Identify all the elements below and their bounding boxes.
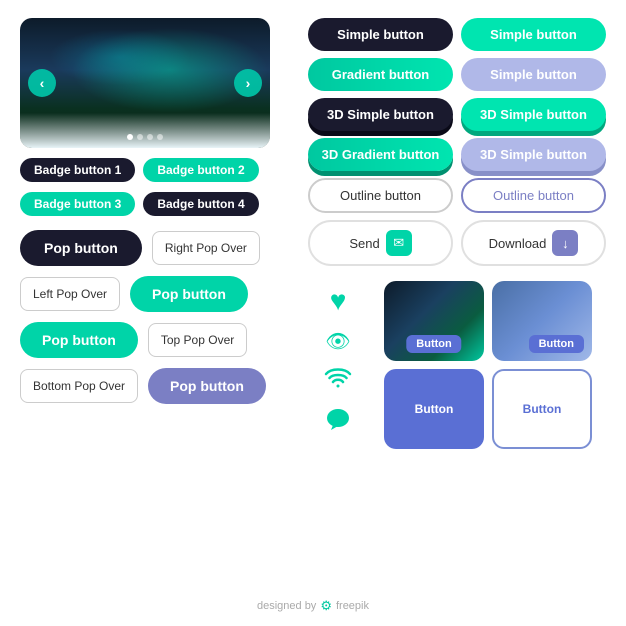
carousel-next-button[interactable]: › [234,69,262,97]
top-popover: Top Pop Over [148,323,247,358]
chevron-left-icon: ‹ [40,75,45,91]
3d-simple-button-dark[interactable]: 3D Simple button [308,98,453,131]
pop-row-2: Left Pop Over Pop button [20,276,292,312]
pop-section: Pop button Right Pop Over Left Pop Over … [20,230,292,404]
gradient-button[interactable]: Gradient button [308,58,453,91]
badge-button-1[interactable]: Badge button 1 [20,158,135,182]
chevron-right-icon: › [246,75,251,91]
send-icon: ✉ [386,230,412,256]
dot-3[interactable] [147,134,153,140]
right-col: Simple button Simple button Gradient but… [308,18,606,592]
bottom-section: ♥ 👁 [308,281,606,449]
footer-text: designed by [257,600,316,612]
pop-row-3: Pop button Top Pop Over [20,322,292,358]
wifi-icon [324,366,352,395]
left-col: ‹ › Badge button 1 Badge button 2 [20,18,292,592]
chat-icon [325,407,351,440]
btn-row-gradient: Gradient button Simple button [308,58,606,91]
badge-button-3[interactable]: Badge button 3 [20,192,135,216]
download-button[interactable]: Download ↓ [461,220,606,266]
icons-col: ♥ 👁 [308,281,368,449]
outline-button-2[interactable]: Outline button [461,178,606,213]
carousel-dots [127,134,163,140]
carousel: ‹ › [20,18,270,148]
btn-row-outline: Outline button Outline button [308,178,606,213]
download-icon: ↓ [552,230,578,256]
pop-row-1: Pop button Right Pop Over [20,230,292,266]
btn-row-3d-gradient: 3D Gradient button 3D Simple button [308,138,606,171]
pop-button-3[interactable]: Pop button [20,322,138,358]
btn-row-simple: Simple button Simple button [308,18,606,51]
badge-button-2[interactable]: Badge button 2 [143,158,258,182]
image-button-aurora-label: Button [406,335,461,353]
3d-gradient-button[interactable]: 3D Gradient button [308,138,453,171]
btn-row-3d-simple: 3D Simple button 3D Simple button [308,98,606,131]
carousel-prev-button[interactable]: ‹ [28,69,56,97]
3d-simple-button-teal[interactable]: 3D Simple button [461,98,606,131]
heart-icon: ♥ [330,285,347,317]
eye-icon: 👁 [325,329,350,354]
simple-button-teal[interactable]: Simple button [461,18,606,51]
outline-button-1[interactable]: Outline button [308,178,453,213]
image-button-blue-label: Button [529,335,584,353]
image-button-solid[interactable]: Button [384,369,484,449]
footer-brand: freepik [336,600,369,612]
simple-button-dark[interactable]: Simple button [308,18,453,51]
badge-row-1: Badge button 1 Badge button 2 [20,158,292,182]
badge-button-4[interactable]: Badge button 4 [143,192,258,216]
main-container: ‹ › Badge button 1 Badge button 2 [0,0,626,626]
pop-button-4[interactable]: Pop button [148,368,266,404]
dot-1[interactable] [127,134,133,140]
send-label: Send [349,236,379,251]
left-popover: Left Pop Over [20,277,120,312]
right-popover: Right Pop Over [152,231,260,266]
dot-4[interactable] [157,134,163,140]
simple-button-lavender[interactable]: Simple button [461,58,606,91]
top-section: ‹ › Badge button 1 Badge button 2 [20,18,606,592]
footer: designed by ⚙ freepik [20,592,606,616]
badge-row-2: Badge button 3 Badge button 4 [20,192,292,216]
btn-row-send-download: Send ✉ Download ↓ [308,220,606,266]
pop-button-1[interactable]: Pop button [20,230,142,266]
image-btns-col: Button Button Button Button [384,281,604,449]
pop-row-4: Bottom Pop Over Pop button [20,368,292,404]
image-button-aurora[interactable]: Button [384,281,484,361]
freepik-logo-icon: ⚙ [320,598,332,614]
3d-simple-button-lavender[interactable]: 3D Simple button [461,138,606,171]
download-label: Download [489,236,547,251]
send-button[interactable]: Send ✉ [308,220,453,266]
image-button-blue[interactable]: Button [492,281,592,361]
pop-button-2[interactable]: Pop button [130,276,248,312]
image-button-outline[interactable]: Button [492,369,592,449]
image-button-solid-label: Button [415,402,454,416]
dot-2[interactable] [137,134,143,140]
bottom-popover: Bottom Pop Over [20,369,138,404]
carousel-snow [20,113,270,148]
image-button-outline-label: Button [523,402,562,416]
